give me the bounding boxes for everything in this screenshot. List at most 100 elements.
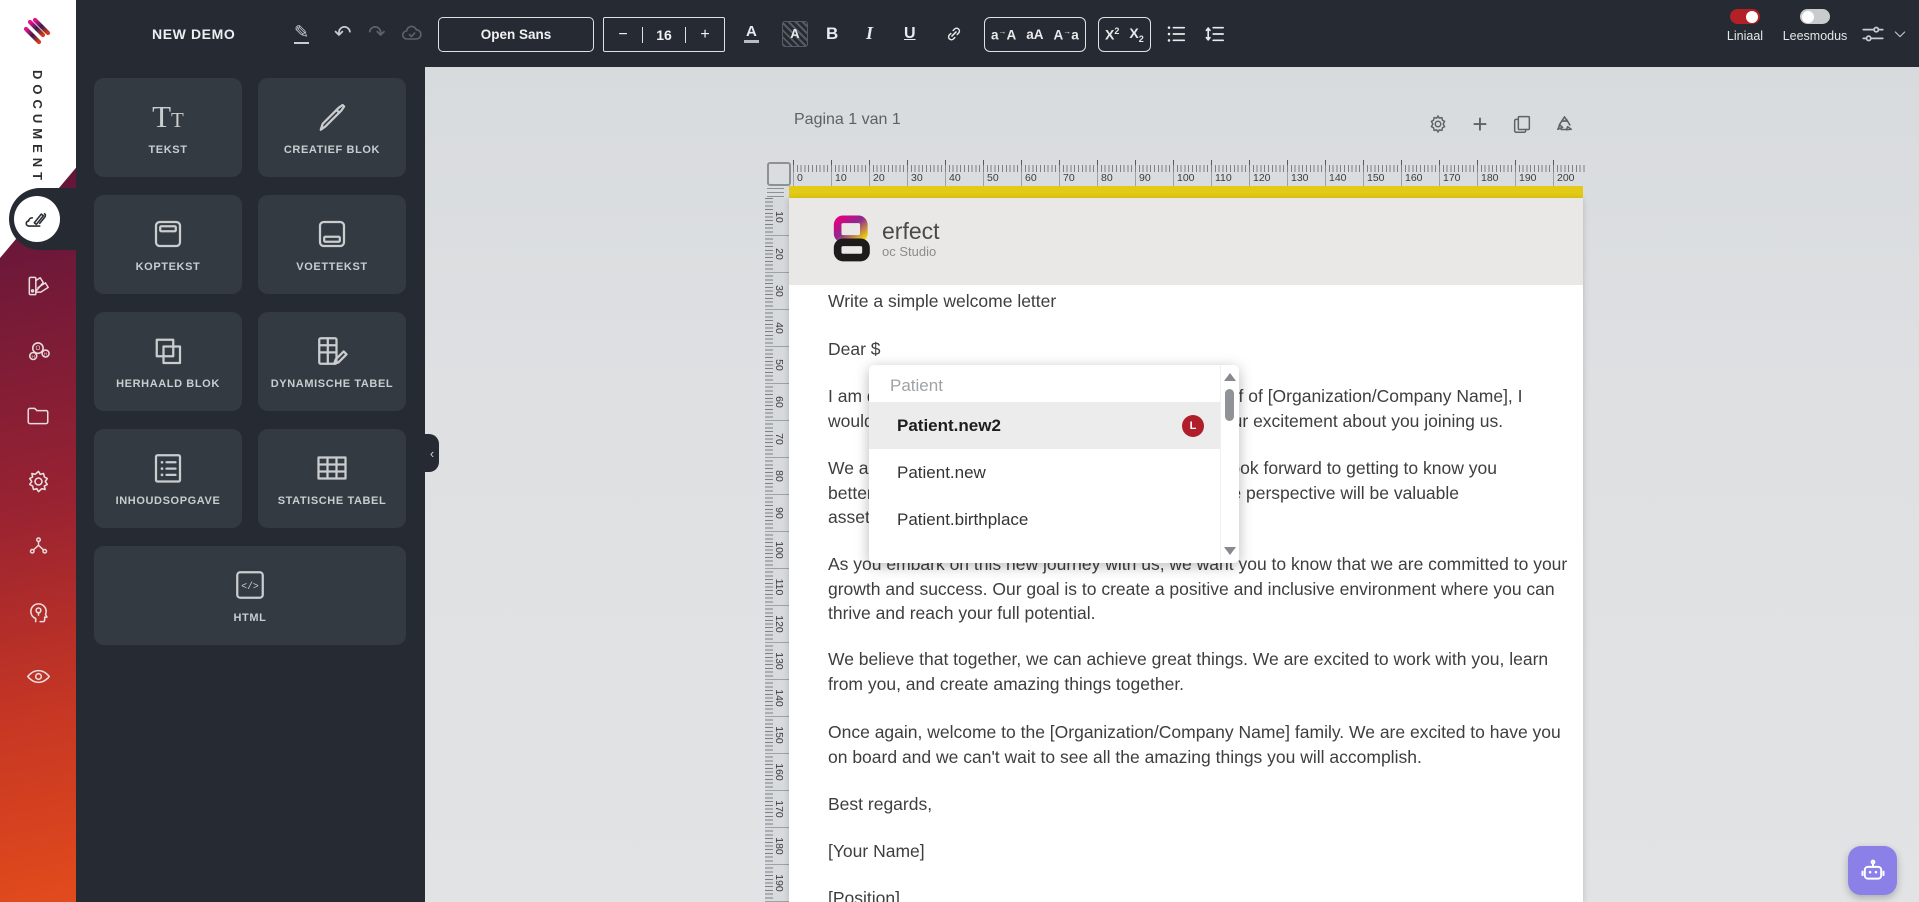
letter-paragraph[interactable]: Once again, welcome to the [Organization… [828, 720, 1583, 769]
block-tile-koptekst[interactable]: KOPTEKST [94, 195, 242, 294]
italic-button[interactable]: I [866, 0, 873, 67]
underline-button[interactable]: U [904, 0, 916, 67]
table-of-contents-icon [150, 449, 186, 487]
duplicate-page-button[interactable] [1509, 111, 1535, 137]
block-tile-voettekst[interactable]: VOETTEKST [258, 195, 406, 294]
ruler-toggle[interactable]: Liniaal [1714, 9, 1776, 43]
lowercase-transform-icon[interactable]: A→a [1054, 27, 1079, 43]
font-size-group: − 16 + [603, 17, 725, 52]
sidebar-section-label: DOCUMENT [30, 70, 45, 186]
bullet-list-button[interactable] [1166, 0, 1188, 67]
page-header-band[interactable]: erfect oc Studio [789, 198, 1583, 285]
letter-paragraph[interactable]: [Position] [828, 886, 1583, 902]
rename-button[interactable]: ✎ [294, 0, 310, 67]
sidebar-item-preview[interactable] [0, 663, 76, 690]
vruler-number: 170 [772, 799, 785, 818]
recycle-page-button[interactable] [1551, 111, 1577, 137]
ruler-corner-icon [767, 162, 791, 186]
block-tile-label: VOETTEKST [296, 260, 368, 273]
scrollbar-thumb[interactable] [1225, 389, 1234, 421]
document-canvas: ‹ Pagina 1 van 1 + 0 10 20 30 40 50 60 7… [425, 67, 1919, 902]
block-tile-inhoud[interactable]: INHOUDSOPGAVE [94, 429, 242, 528]
letter-paragraph[interactable]: Best regards, [828, 792, 1583, 817]
block-tile-creatief[interactable]: CREATIEF BLOK [258, 78, 406, 177]
toolbar: NEW DEMO ✎ ↶ ↷ Open Sans − 16 + A A B I … [76, 0, 1919, 68]
letter-paragraph[interactable]: As you embark on this new journey with u… [828, 552, 1583, 626]
vruler-number: 20 [772, 247, 785, 260]
letter-paragraph[interactable]: Write a simple welcome letter [828, 289, 1583, 314]
link-icon [947, 27, 961, 40]
block-tile-html[interactable]: </> HTML [94, 546, 406, 645]
scroll-down-arrow-icon[interactable] [1224, 547, 1236, 555]
increase-font-button[interactable]: + [686, 26, 724, 44]
block-tile-dyntab[interactable]: DYNAMISCHE TABEL [258, 312, 406, 411]
vruler-number: 130 [772, 651, 785, 670]
plus-icon: + [1472, 108, 1488, 139]
collapse-panel-tab[interactable]: ‹ [425, 434, 439, 472]
scroll-up-arrow-icon[interactable] [1224, 373, 1236, 381]
sidebar-item-design[interactable] [14, 196, 60, 242]
add-page-button[interactable]: + [1467, 108, 1493, 139]
letter-paragraph[interactable]: Dear $ [828, 337, 1583, 362]
link-button[interactable] [944, 0, 964, 67]
line-spacing-button[interactable] [1204, 0, 1226, 67]
block-tile-stattab[interactable]: STATISCHE TABEL [258, 429, 406, 528]
sidebar-item-ai[interactable] [0, 598, 76, 625]
horizontal-ruler[interactable]: 0 10 20 30 40 50 60 70 80 90 100 110 120 130 140 150 160… [789, 160, 1589, 186]
text-color-button[interactable]: A [744, 0, 759, 67]
footer-block-icon [314, 215, 350, 253]
vruler-number: 160 [772, 762, 785, 781]
option-badge: L [1182, 414, 1204, 437]
sidebar-item-data-model[interactable]: O H H [0, 338, 76, 365]
sidebar-item-files[interactable] [0, 403, 76, 429]
vruler-cell: 170 [765, 790, 789, 828]
merge-field-option[interactable]: Patient.new [869, 449, 1221, 496]
assistant-button[interactable] [1848, 846, 1897, 895]
vruler-cell: 20 [765, 235, 789, 273]
text-block-icon: TT [152, 99, 184, 135]
bold-button[interactable]: B [826, 0, 838, 67]
redo-button[interactable]: ↷ [368, 0, 386, 67]
hruler-number: 100 [1173, 172, 1211, 186]
font-family-select[interactable]: Open Sans [438, 17, 594, 52]
vruler-number: 50 [772, 358, 785, 371]
merge-field-option[interactable]: Patient.birthplace [869, 496, 1221, 543]
dropdown-scrollbar[interactable] [1220, 365, 1239, 563]
sliders-icon [1862, 26, 1884, 41]
sidebar-item-settings[interactable] [0, 468, 76, 495]
app-logo[interactable] [0, 0, 76, 64]
block-tile-tekst[interactable]: TT TEKST [94, 78, 242, 177]
page-settings-button[interactable] [1425, 111, 1451, 137]
highlight-color-button[interactable]: A [782, 0, 808, 67]
hruler-number: 40 [945, 172, 983, 186]
font-size-value[interactable]: 16 [642, 26, 686, 43]
merge-field-option[interactable]: Patient.new2 L [869, 402, 1221, 449]
sidebar-item-integrations[interactable] [0, 533, 76, 558]
decrease-font-button[interactable]: − [604, 26, 642, 44]
svg-text:H: H [43, 351, 47, 357]
ruler-toggle-switch[interactable] [1730, 9, 1760, 24]
vertical-ruler[interactable]: 10 20 30 40 50 60 70 80 90 100 110 120 130 140 150 160 1… [765, 198, 789, 902]
superscript-button[interactable]: X2 [1105, 26, 1119, 43]
block-drag-handle[interactable] [767, 188, 784, 198]
case-transform-icon[interactable]: aA [1026, 27, 1043, 42]
undo-button[interactable]: ↶ [334, 0, 352, 67]
sidebar-item-styles[interactable] [0, 273, 76, 299]
recycle-icon [1556, 115, 1572, 130]
collapse-toolbar-button[interactable] [1892, 0, 1908, 67]
vruler-number: 110 [772, 578, 785, 595]
vruler-cell: 80 [765, 457, 789, 495]
letter-paragraph[interactable]: We believe that together, we can achieve… [828, 647, 1583, 696]
hruler-number: 180 [1477, 172, 1515, 186]
letter-paragraph[interactable]: [Your Name] [828, 839, 1583, 864]
hruler-number: 10 [831, 172, 869, 186]
svg-text:</>: </> [241, 581, 259, 592]
readmode-toggle-switch[interactable] [1800, 9, 1830, 24]
block-tile-herhaald[interactable]: HERHAALD BLOK [94, 312, 242, 411]
merge-field-search-input[interactable]: Patient [890, 376, 1213, 396]
uppercase-transform-icon[interactable]: a→A [991, 27, 1016, 43]
view-options-button[interactable] [1860, 0, 1886, 67]
subscript-button[interactable]: X2 [1129, 25, 1143, 44]
hruler-number: 200 [1553, 172, 1591, 186]
readmode-toggle[interactable]: Leesmodus [1776, 9, 1854, 43]
